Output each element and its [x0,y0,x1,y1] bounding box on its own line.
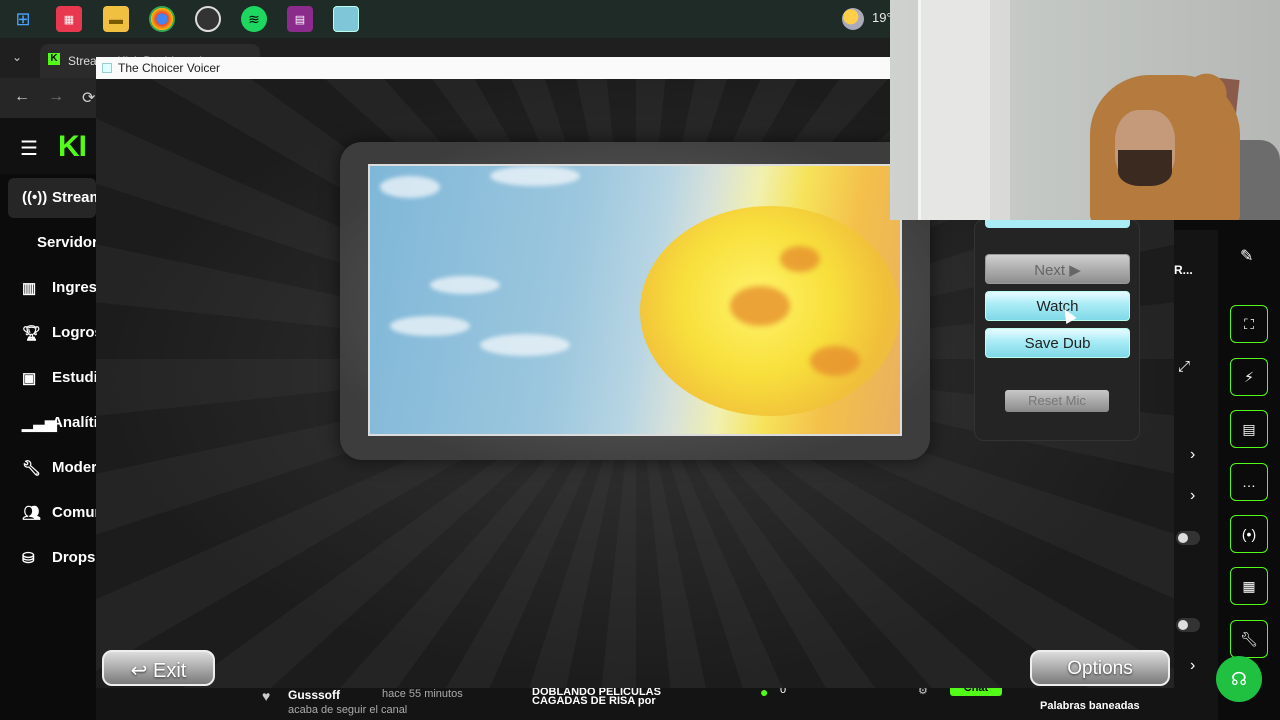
file-explorer-icon[interactable]: ▬ [103,6,129,32]
spotify-icon[interactable]: ≋ [241,6,267,32]
kick-right-rail: ✎ ⛶ ⚡︎ ▤ … (•) ▦ 🔧︎ [1218,230,1280,720]
cloud [380,176,440,198]
sidebar-item-label: Drops [52,549,96,566]
kick-right-panel: R... ⤢ › › › [1170,230,1218,690]
sidebar-item-servidor[interactable]: Servidor [0,223,96,263]
toggle-switch[interactable] [1176,531,1200,545]
sidebar-item-ingresos[interactable]: ▥ Ingresos [0,268,96,308]
door [918,0,998,220]
sidebar-item-label: Comunidad [52,504,96,521]
streamer-beard [1118,150,1172,186]
previous-button-edge[interactable] [985,220,1130,228]
flame [780,246,820,272]
winrar-icon[interactable]: ▤ [287,6,313,32]
follow-text: acaba de seguir el canal [288,704,408,716]
back-arrow-icon[interactable]: ← [14,88,30,106]
lightning-icon[interactable]: ⚡︎ [1230,358,1268,396]
cloud [480,334,570,356]
stream-title-line2: CAGADAS DE RISA por [532,695,656,707]
exit-button[interactable]: ↩ Exit [102,650,215,686]
studio-icon: ▣ [22,370,37,387]
broadcast-icon[interactable]: (•) [1230,515,1268,553]
sidebar-item-analiticas[interactable]: ▁▃▅ Analíticas [0,403,96,443]
sidebar-item-label: Analíticas [52,414,96,431]
sidebar-item-estudio[interactable]: ▣ Estudio [0,358,96,398]
expand-icon[interactable]: ⤢ [1178,358,1190,375]
sidebar-item-label: Servidor [37,234,96,251]
sidebar-item-comunidad[interactable]: 👥︎ Comunidad [0,493,96,533]
sidebar-item-label: Estudio [52,369,96,386]
chrome-icon[interactable] [149,6,175,32]
kick-favicon-icon: K [48,53,60,65]
money-icon: ▥ [22,280,37,297]
calculator-icon[interactable]: ▦ [56,6,82,32]
cloud [490,166,580,186]
sidebar-item-label: Moderación [52,459,96,476]
chat-bubble-icon[interactable]: … [1230,463,1268,501]
kick-bottom-strip: ♥ Gusssoff hace 55 minutos acaba de segu… [96,682,1218,720]
reload-icon[interactable]: ⟳ [82,88,95,108]
webcam-overlay [890,0,1280,220]
chevron-right-icon[interactable]: › [1190,446,1195,464]
kick-logo[interactable]: KI [58,130,87,164]
broadcast-icon: ((•)) [22,189,48,206]
headset-icon: ☊ [1231,668,1247,689]
sidebar-item-label: Stream [52,189,96,206]
cloud [390,316,470,336]
document-icon[interactable]: ▤ [1230,410,1268,448]
kick-sidebar: ((•)) Stream Servidor ▥ Ingresos 🏆︎ Logr… [0,174,96,720]
heart-icon: ♥ [262,688,271,704]
right-panel-label: R... [1174,263,1193,277]
sidebar-item-logros[interactable]: 🏆︎ Logros [0,313,96,353]
kick-support-button[interactable]: ☊ [1216,656,1262,702]
sidebar-item-stream[interactable]: ((•)) Stream [8,178,96,218]
community-icon: 👥︎ [22,505,42,522]
follow-time: hace 55 minutos [382,688,463,700]
chevron-right-icon[interactable]: › [1190,657,1195,675]
next-button[interactable]: Next ▶ [985,254,1130,284]
dub-control-panel: Next ▶ Watch Save Dub Reset Mic [974,219,1140,441]
reset-mic-button[interactable]: Reset Mic [1005,390,1109,412]
wrench-icon: 🔧︎ [22,460,42,477]
windows-start-icon[interactable]: ⊞ [10,6,36,32]
app-window-icon[interactable] [333,6,359,32]
door-frame [990,0,1010,220]
sidebar-item-label: Ingresos [52,279,96,296]
watch-button[interactable]: Watch [985,291,1130,321]
obs-icon[interactable] [195,6,221,32]
sidebar-item-drops[interactable]: ⛁ Drops [0,538,96,578]
save-dub-button[interactable]: Save Dub [985,328,1130,358]
flame [810,346,860,376]
wrench-icon[interactable]: 🔧︎ [1230,620,1268,658]
weather-temperature: 19° [872,10,892,25]
layout-icon[interactable]: ▦ [1230,567,1268,605]
app-icon [102,63,112,73]
banned-words-label[interactable]: Palabras baneadas [1040,700,1140,712]
follower-username: Gusssoff [288,688,341,702]
options-button[interactable]: Options [1030,650,1170,686]
return-arrow-icon: ↩ [130,660,153,682]
trophy-icon: 🏆︎ [22,325,42,342]
exit-label: Exit [152,660,187,682]
flame [730,286,790,326]
sidebar-item-label: Logros [52,324,96,341]
video-preview [368,164,902,436]
weather-icon[interactable] [842,8,864,30]
window-title: The Choicer Voicer [118,61,221,75]
tab-list-chevron-icon[interactable]: ⌄ [12,50,22,64]
drops-icon: ⛁ [22,550,35,567]
hamburger-menu-icon[interactable]: ☰ [20,136,38,161]
forward-arrow-icon[interactable]: → [48,88,64,106]
cloud [430,276,500,294]
chevron-right-icon[interactable]: › [1190,487,1195,505]
edit-pencil-icon[interactable]: ✎ [1240,246,1253,266]
toggle-switch[interactable] [1176,618,1200,632]
sidebar-item-moderacion[interactable]: 🔧︎ Moderación [0,448,96,488]
screenshot-icon[interactable]: ⛶ [1230,305,1268,343]
